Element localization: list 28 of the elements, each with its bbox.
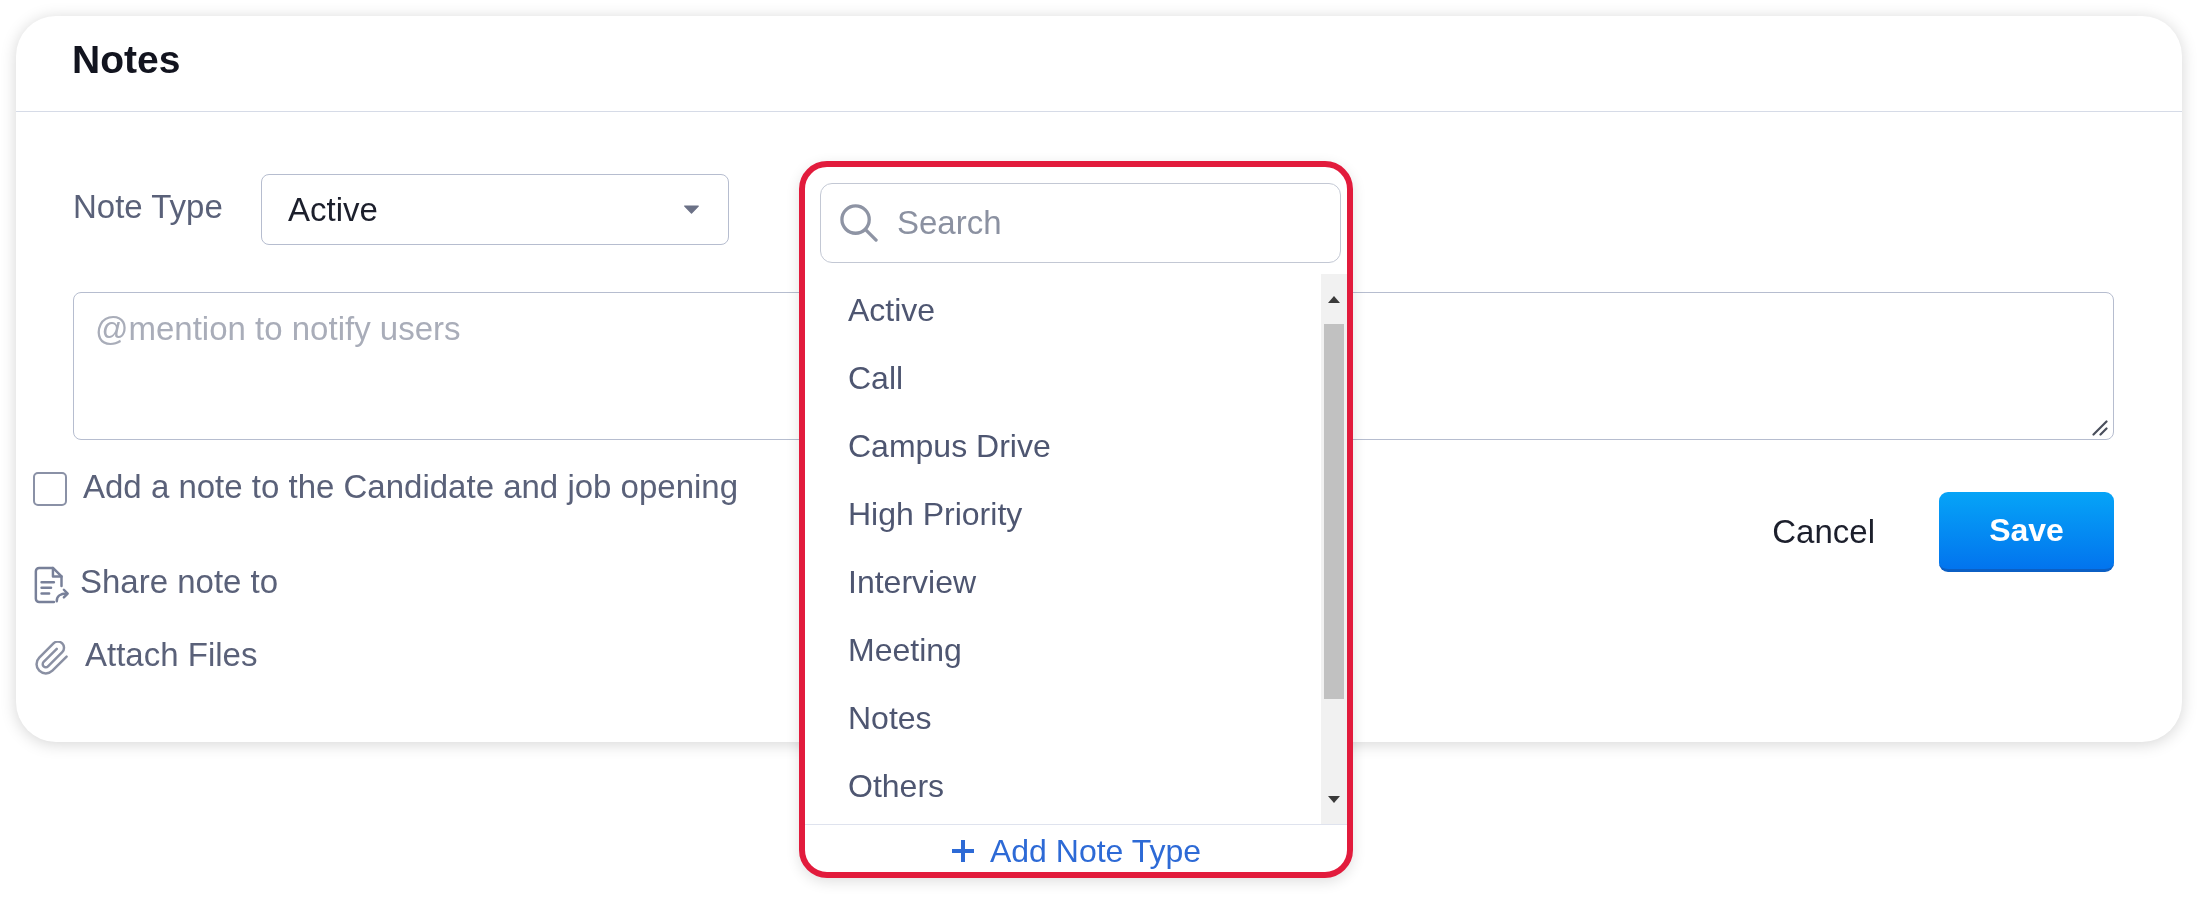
scroll-down-icon[interactable] xyxy=(1328,795,1340,803)
dropdown-option[interactable]: Interview xyxy=(805,548,1321,616)
scrollbar-thumb[interactable] xyxy=(1324,324,1344,699)
checkbox[interactable] xyxy=(33,471,67,506)
paperclip-icon xyxy=(35,640,69,675)
panel-title: Notes xyxy=(72,37,181,84)
dropdown-option[interactable]: Active xyxy=(805,276,1321,344)
dropdown-option[interactable]: Call xyxy=(805,344,1321,412)
dropdown-option[interactable]: Notes xyxy=(805,684,1321,752)
share-note-link[interactable]: Share note to xyxy=(33,562,279,607)
plus-icon xyxy=(950,839,975,863)
dropdown-option[interactable]: Others xyxy=(805,752,1321,820)
add-note-type-link[interactable]: Add Note Type xyxy=(950,834,1202,868)
checkbox-label: Add a note to the Candidate and job opening xyxy=(83,467,739,507)
caret-icon xyxy=(683,205,700,214)
scrollbar[interactable] xyxy=(1321,274,1347,824)
save-button[interactable]: Save xyxy=(1939,492,2114,572)
document-arrow-icon xyxy=(33,565,71,604)
dropdown-option[interactable]: High Priority xyxy=(805,480,1321,548)
note-type-label: Note Type xyxy=(73,187,224,227)
note-type-select[interactable]: Active xyxy=(261,174,729,245)
search-icon xyxy=(839,203,878,242)
cancel-button[interactable]: Cancel xyxy=(1748,492,1899,572)
search-field[interactable]: Search xyxy=(820,183,1341,263)
dropdown-option[interactable]: Meeting xyxy=(805,616,1321,684)
dropdown-option[interactable]: Campus Drive xyxy=(805,412,1321,480)
attach-files-link[interactable]: Attach Files xyxy=(33,635,258,680)
scroll-up-icon[interactable] xyxy=(1328,295,1340,303)
